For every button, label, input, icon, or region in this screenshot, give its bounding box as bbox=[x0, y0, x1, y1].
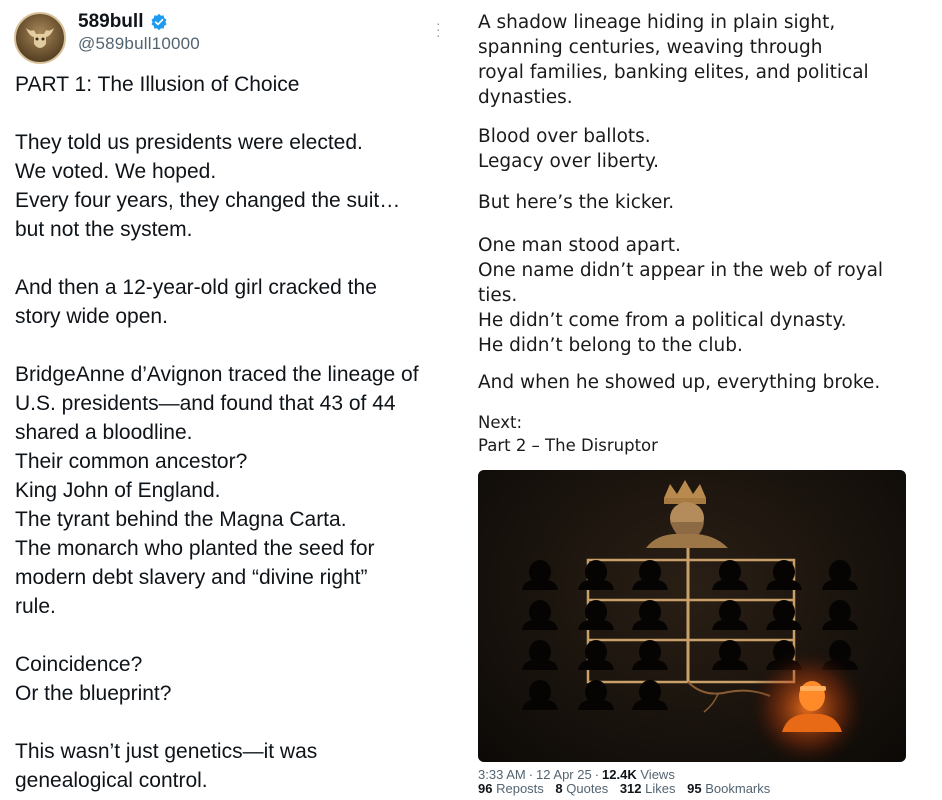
text-line: Legacy over liberty. bbox=[478, 151, 660, 172]
text-line: spanning centuries, weaving through bbox=[478, 37, 823, 58]
text-line: Their common ancestor? bbox=[15, 450, 248, 473]
post-image[interactable] bbox=[478, 470, 906, 762]
text-line: And then a 12-year-old girl cracked the bbox=[15, 276, 377, 299]
text-line: But here’s the kicker. bbox=[478, 192, 675, 213]
text-line: genealogical control. bbox=[15, 769, 208, 792]
likes-stat[interactable]: 312 Likes bbox=[620, 781, 676, 796]
text-line: This wasn’t just genetics—it was bbox=[15, 740, 318, 763]
post-left-column: 589bull @589bull10000 · · · PART 1: The Il… bbox=[0, 0, 462, 800]
text-line: modern debt slavery and “divine right” bbox=[15, 566, 368, 589]
reposts-stat[interactable]: 96 Reposts bbox=[478, 781, 544, 796]
text-line: ties. bbox=[478, 285, 518, 306]
author-handle[interactable]: @589bull10000 bbox=[78, 34, 200, 54]
verified-badge-icon bbox=[151, 13, 167, 31]
text-line: A shadow lineage hiding in plain sight, bbox=[478, 12, 836, 33]
text-line: One man stood apart. bbox=[478, 235, 681, 256]
post-body-left: PART 1: The Illusion of Choice They told… bbox=[15, 70, 455, 795]
paragraph-everything-broke: And when he showed up, everything broke. bbox=[478, 370, 923, 395]
text-line: story wide open. bbox=[15, 305, 168, 328]
more-options-icon[interactable]: · · · bbox=[436, 16, 441, 42]
text-line: BridgeAnne d’Avignon traced the lineage … bbox=[15, 363, 419, 386]
author-name[interactable]: 589bull bbox=[78, 11, 143, 33]
text-line: The tyrant behind the Magna Carta. bbox=[15, 508, 347, 531]
quotes-stat[interactable]: 8 Quotes bbox=[555, 781, 608, 796]
post-metadata: 3:33 AM · 12 Apr 25 · 12.4K Views 96 Reposts… bbox=[478, 768, 778, 796]
post-right-column: A shadow lineage hiding in plain sight, … bbox=[462, 0, 942, 800]
post-date[interactable]: 12 Apr 25 bbox=[536, 767, 592, 782]
views-label: Views bbox=[640, 767, 675, 782]
paragraph-blood-over-ballots: Blood over ballots. Legacy over liberty. bbox=[478, 124, 923, 174]
text-line: He didn’t come from a political dynasty. bbox=[478, 310, 847, 331]
text-line: U.S. presidents—and found that 43 of 44 bbox=[15, 392, 396, 415]
text-line: And when he showed up, everything broke. bbox=[478, 372, 881, 393]
text-line: Coincidence? bbox=[15, 653, 143, 676]
timestamp-row: 3:33 AM · 12 Apr 25 · 12.4K Views bbox=[478, 767, 675, 782]
views-count: 12.4K bbox=[602, 767, 637, 782]
text-line: Blood over ballots. bbox=[478, 126, 651, 147]
next-label: Next: bbox=[478, 413, 522, 432]
text-line: royal families, banking elites, and poli… bbox=[478, 62, 869, 83]
paragraph-kicker: But here’s the kicker. bbox=[478, 190, 923, 215]
paragraph-shadow-lineage: A shadow lineage hiding in plain sight, … bbox=[478, 10, 923, 110]
avatar[interactable] bbox=[14, 12, 66, 64]
bookmarks-stat[interactable]: 95 Bookmarks bbox=[687, 781, 770, 796]
next-title: Part 2 – The Disruptor bbox=[478, 436, 658, 455]
text-line: rule. bbox=[15, 595, 56, 618]
text-line: shared a bloodline. bbox=[15, 421, 193, 444]
text-line: King John of England. bbox=[15, 479, 221, 502]
text-line: The monarch who planted the seed for bbox=[15, 537, 375, 560]
text-line: They told us presidents were elected. bbox=[15, 131, 363, 154]
engagement-row: 96 Reposts 8 Quotes 312 Likes 95 Bookmar… bbox=[478, 782, 778, 796]
text-line: Or the blueprint? bbox=[15, 682, 172, 705]
post-title: PART 1: The Illusion of Choice bbox=[15, 73, 300, 96]
post-time[interactable]: 3:33 AM bbox=[478, 767, 526, 782]
text-line: dynasties. bbox=[478, 87, 573, 108]
text-line: Every four years, they changed the suit… bbox=[15, 189, 401, 212]
text-line: One name didn’t appear in the web of roy… bbox=[478, 260, 884, 281]
text-line: He didn’t belong to the club. bbox=[478, 335, 743, 356]
next-part-teaser: Next: Part 2 – The Disruptor bbox=[478, 411, 658, 457]
bull-emblem-icon bbox=[26, 28, 54, 48]
paragraph-one-man: One man stood apart. One name didn’t app… bbox=[478, 233, 923, 358]
king-bust-icon bbox=[646, 480, 728, 548]
lineage-illustration bbox=[522, 480, 870, 762]
text-line: but not the system. bbox=[15, 218, 193, 241]
text-line: We voted. We hoped. bbox=[15, 160, 217, 183]
